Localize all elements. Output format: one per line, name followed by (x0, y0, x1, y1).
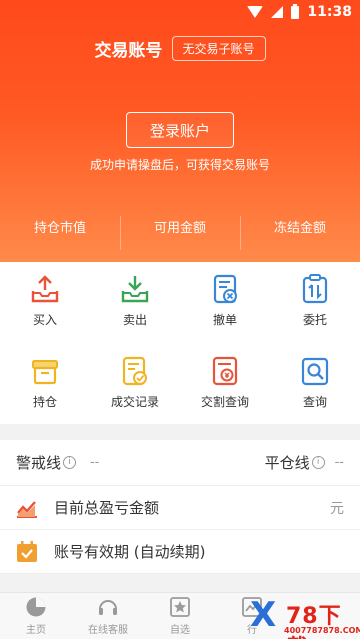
warning-line-value: -- (90, 455, 100, 470)
action-buy[interactable]: 买入 (0, 262, 90, 344)
search-doc-icon (300, 356, 330, 386)
pie-chart-icon (25, 596, 47, 618)
nav-label: 主页 (26, 625, 46, 636)
status-bar: 11:38 (0, 0, 360, 24)
info-icon[interactable]: i (311, 456, 325, 469)
action-label: 持仓 (32, 395, 57, 409)
battery-icon (291, 3, 300, 19)
action-label: 委托 (302, 313, 327, 327)
action-label: 成交记录 (110, 395, 159, 409)
action-label: 交割查询 (200, 395, 249, 409)
total-pnl-row[interactable]: 目前总盈亏金额 元 (0, 486, 360, 530)
nav-customer-service[interactable]: 在线客服 (72, 593, 144, 639)
info-icon[interactable]: i (63, 456, 77, 469)
trend-chart-icon (16, 497, 38, 519)
delivery-doc-icon (210, 356, 240, 386)
cancel-order-icon (210, 274, 240, 304)
account-header-panel: 11:38 交易账号 无交易子账号 登录账户 成功申请操盘后，可获得交易账号 持… (0, 0, 360, 262)
upload-tray-icon (30, 274, 60, 304)
download-tray-icon (120, 274, 150, 304)
headset-icon (97, 596, 119, 618)
action-label: 买入 (32, 313, 57, 327)
action-trade-records[interactable]: 成交记录 (90, 344, 180, 424)
close-line-label: 平仓线 (264, 454, 310, 472)
nav-watchlist[interactable]: 自选 (144, 593, 216, 639)
nav-home[interactable]: 主页 (0, 593, 72, 639)
action-sell[interactable]: 卖出 (90, 262, 180, 344)
action-cancel-order[interactable]: 撤单 (180, 262, 270, 344)
action-delivery-query[interactable]: 交割查询 (180, 344, 270, 424)
login-account-button[interactable]: 登录账户 (126, 112, 234, 148)
metric-position-value: 持仓市值 (33, 221, 86, 236)
wifi-icon (247, 6, 264, 18)
page-title: 交易账号 (94, 41, 163, 61)
record-check-icon (120, 356, 150, 386)
row-unit: 元 (330, 500, 344, 517)
action-label: 查询 (302, 395, 327, 409)
clipboard-icon (300, 274, 330, 304)
metric-available-amount: 可用金额 (120, 214, 240, 250)
watermark-logo: X (250, 595, 277, 635)
row-label: 目前总盈亏金额 (54, 499, 160, 517)
close-line-value: -- (334, 455, 344, 470)
action-positions[interactable]: 持仓 (0, 344, 90, 424)
sub-account-selector[interactable]: 无交易子账号 (171, 36, 266, 61)
section-divider (0, 424, 360, 440)
signal-icon (271, 6, 284, 18)
watermark: X 78下载 4007787878.COM (248, 595, 360, 639)
action-label: 卖出 (122, 313, 147, 327)
risk-lines-row: 警戒线 i -- 平仓线 i -- (0, 440, 360, 486)
account-validity-row[interactable]: 账号有效期 (自动续期) (0, 530, 360, 574)
trade-actions-grid: 买入 卖出 撤单 委托 持仓 成交记录 交割查询 查询 (0, 262, 360, 424)
action-entrust[interactable]: 委托 (270, 262, 360, 344)
calendar-check-icon (16, 540, 38, 563)
row-label: 账号有效期 (自动续期) (54, 543, 206, 561)
login-hint: 成功申请操盘后，可获得交易账号 (89, 158, 270, 172)
nav-label: 在线客服 (88, 625, 128, 636)
star-icon (169, 596, 191, 618)
status-time: 11:38 (307, 4, 352, 20)
action-label: 撤单 (212, 313, 237, 327)
action-query[interactable]: 查询 (270, 344, 360, 424)
warning-line-label: 警戒线 (16, 454, 62, 472)
watermark-url: 4007787878.COM (284, 626, 360, 635)
metric-frozen-amount: 冻结金额 (240, 214, 360, 250)
nav-label: 自选 (170, 625, 190, 636)
box-icon (30, 356, 60, 386)
account-metrics: 持仓市值 可用金额 冻结金额 (0, 214, 360, 250)
